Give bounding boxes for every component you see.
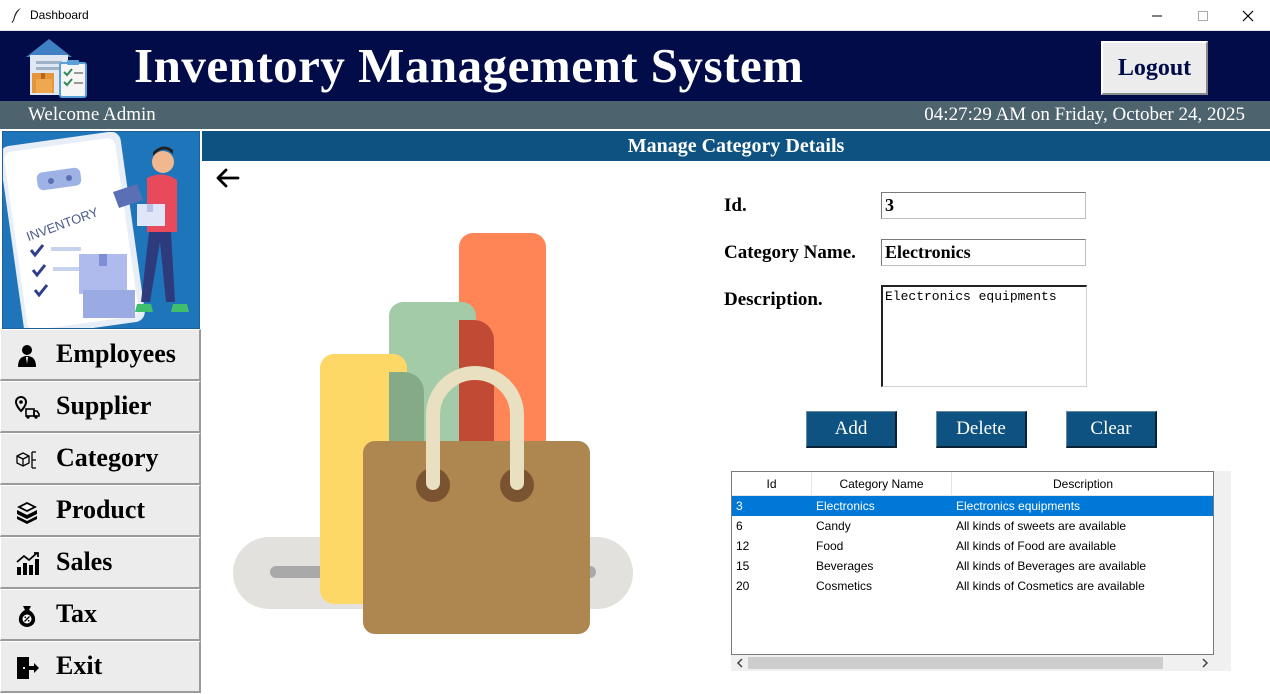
sidebar-item-label: Tax: [56, 599, 97, 628]
cell-id: 6: [736, 519, 743, 533]
category-name-label: Category Name.: [724, 242, 856, 263]
delete-button[interactable]: Delete: [936, 411, 1027, 448]
sidebar-item-tax[interactable]: Tax: [0, 589, 201, 641]
id-label: Id.: [724, 195, 747, 216]
shopping-bag-illustration: [233, 233, 633, 634]
sidebar-item-category[interactable]: Category: [0, 433, 201, 485]
table-row[interactable]: 3 Electronics Electronics equipments: [732, 496, 1213, 516]
cell-description: All kinds of sweets are available: [956, 519, 1127, 533]
table-row[interactable]: 15 Beverages All kinds of Beverages are …: [732, 556, 1213, 576]
sidebar-item-label: Supplier: [56, 391, 152, 420]
sidebar-item-label: Employees: [56, 339, 176, 368]
sales-icon: [16, 552, 39, 575]
table-body: Id Category Name Description 3 Electroni…: [731, 471, 1214, 655]
description-textarea[interactable]: Electronics equipments: [881, 285, 1087, 387]
scroll-right-icon[interactable]: [1199, 657, 1211, 669]
cell-description: All kinds of Food are available: [956, 539, 1117, 553]
feather-icon: [11, 8, 21, 23]
back-arrow-icon[interactable]: [214, 166, 242, 190]
section-title: Manage Category Details: [202, 131, 1270, 161]
close-button[interactable]: [1225, 0, 1270, 31]
description-label: Description.: [724, 289, 823, 310]
inventory-illustration: INVENTORY: [2, 131, 200, 329]
status-bar: Welcome Admin 04:27:29 AM on Friday, Oct…: [0, 101, 1270, 129]
supplier-icon: [14, 395, 40, 419]
horizontal-scrollbar[interactable]: [731, 655, 1214, 671]
table-header: Id Category Name Description: [732, 472, 1213, 496]
clear-button[interactable]: Clear: [1066, 411, 1157, 448]
category-icon: [16, 451, 36, 469]
window-titlebar: Dashboard: [0, 0, 1270, 31]
welcome-text: Welcome Admin: [28, 104, 156, 125]
add-button[interactable]: Add: [806, 411, 897, 448]
table-row[interactable]: 20 Cosmetics All kinds of Cosmetics are …: [732, 576, 1213, 596]
table-row[interactable]: 6 Candy All kinds of sweets are availabl…: [732, 516, 1213, 536]
scroll-left-icon[interactable]: [734, 657, 746, 669]
tax-icon: [18, 606, 36, 627]
clock-text: 04:27:29 AM on Friday, October 24, 2025: [924, 104, 1245, 125]
sidebar-item-product[interactable]: Product: [0, 485, 201, 537]
cell-description: All kinds of Cosmetics are available: [956, 579, 1145, 593]
logout-button[interactable]: Logout: [1101, 41, 1208, 95]
sidebar-item-supplier[interactable]: Supplier: [0, 381, 201, 433]
product-icon: [17, 502, 37, 524]
cell-id: 15: [736, 559, 750, 573]
category-name-field[interactable]: [881, 239, 1086, 266]
cell-category-name: Candy: [816, 519, 851, 533]
id-field[interactable]: [881, 192, 1086, 219]
minimize-button[interactable]: [1134, 0, 1180, 31]
window-title: Dashboard: [30, 8, 89, 22]
sidebar: INVENTORY Employees Supplier Category Pr…: [0, 129, 202, 694]
close-icon: [1242, 10, 1254, 21]
sidebar-item-label: Exit: [56, 651, 103, 680]
category-table: Id Category Name Description 3 Electroni…: [731, 471, 1231, 671]
column-header-category-name[interactable]: Category Name: [812, 472, 952, 496]
sidebar-item-label: Product: [56, 495, 146, 524]
inventory-clipboard-image: INVENTORY: [3, 132, 199, 328]
employee-icon: [18, 345, 36, 367]
maximize-icon: [1198, 10, 1208, 21]
horizontal-scroll-thumb[interactable]: [748, 657, 1163, 669]
app-header: Inventory Management System Logout: [0, 31, 1270, 101]
exit-icon: [17, 657, 39, 679]
cell-category-name: Cosmetics: [816, 579, 873, 593]
app-title: Inventory Management System: [134, 38, 804, 93]
cell-description: All kinds of Beverages are available: [956, 559, 1147, 573]
sidebar-item-label: Sales: [56, 547, 113, 576]
table-row[interactable]: 12 Food All kinds of Food are available: [732, 536, 1213, 556]
column-header-description[interactable]: Description: [952, 472, 1213, 496]
cell-id: 3: [736, 499, 743, 513]
sidebar-item-label: Category: [56, 443, 159, 472]
cell-id: 12: [736, 539, 750, 553]
cell-description: Electronics equipments: [956, 499, 1081, 513]
cell-category-name: Beverages: [816, 559, 874, 573]
minimize-icon: [1152, 15, 1162, 16]
cell-id: 20: [736, 579, 750, 593]
cell-category-name: Electronics: [816, 499, 875, 513]
warehouse-logo-icon: [26, 39, 87, 98]
cell-category-name: Food: [816, 539, 844, 553]
maximize-button[interactable]: [1180, 0, 1226, 31]
sidebar-item-exit[interactable]: Exit: [0, 641, 201, 693]
sidebar-item-sales[interactable]: Sales: [0, 537, 201, 589]
sidebar-item-employees[interactable]: Employees: [0, 329, 201, 381]
column-header-id[interactable]: Id: [732, 472, 812, 496]
vertical-scrollbar[interactable]: [1214, 471, 1231, 671]
